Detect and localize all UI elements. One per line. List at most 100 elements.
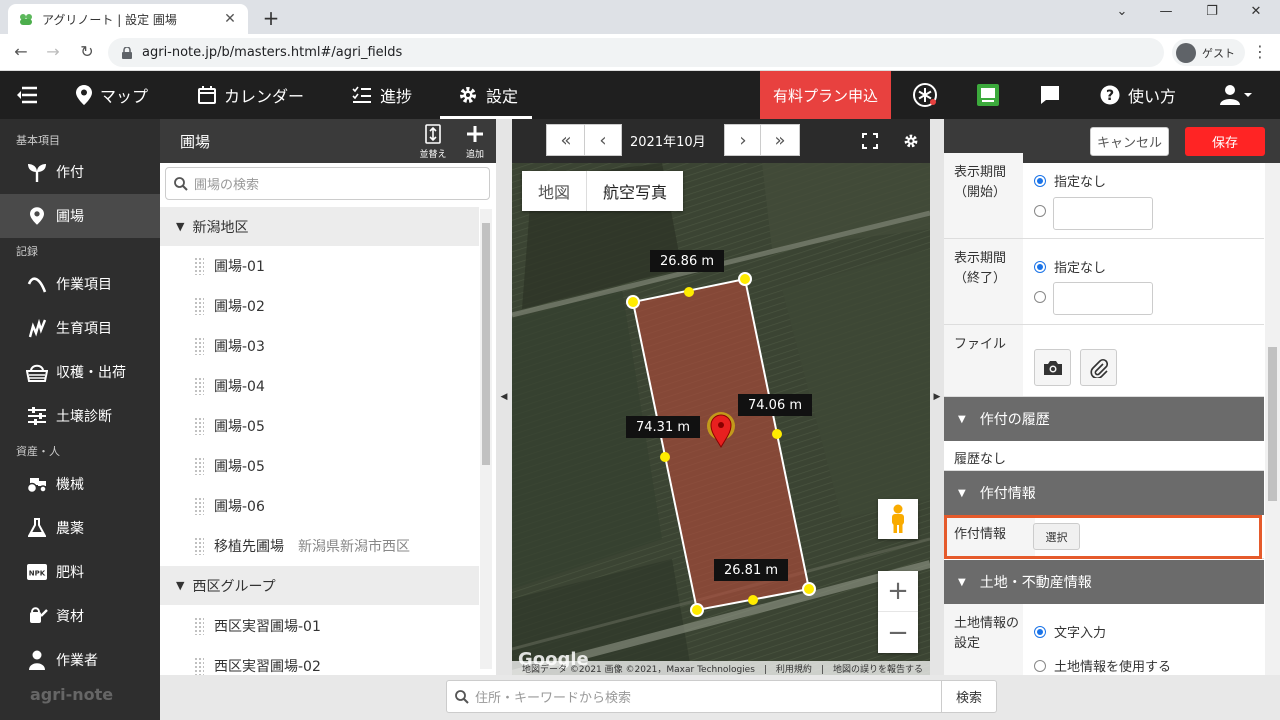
fields-scrollbar[interactable] [480,209,492,669]
left-splitter[interactable]: ◀ [496,119,512,675]
right-splitter[interactable]: ▶ [930,119,944,675]
drag-handle-icon[interactable] [194,297,204,315]
drag-handle-icon[interactable] [194,537,204,555]
sidebar-item-materials[interactable]: 資材 [0,594,160,638]
next-month-button[interactable]: › [724,124,762,156]
sidebar-item-crop[interactable]: 作付 [0,150,160,194]
next-year-button[interactable]: » [760,124,800,156]
gear-icon[interactable] [903,133,919,153]
crop-info-section[interactable]: ▼ 作付情報 [944,471,1264,515]
back-icon[interactable]: ← [10,42,32,61]
camera-button[interactable] [1034,349,1071,386]
reload-icon[interactable]: ↻ [76,42,98,61]
forward-icon[interactable]: → [42,42,64,61]
prev-month-button[interactable]: ‹ [584,124,622,156]
profile-button[interactable]: ゲスト [1172,39,1245,66]
sidebar-item-fertilizer[interactable]: NPK 肥料 [0,550,160,594]
start-date-input[interactable] [1053,197,1153,230]
list-item[interactable]: 移植先圃場 新潟県新潟市西区 [160,526,479,566]
report-button[interactable] [976,71,1008,119]
messages-button[interactable] [1040,71,1068,119]
end-none-radio[interactable]: 指定なし [1034,257,1106,276]
land-use-info-radio[interactable]: 土地情報を使用する [1034,656,1171,675]
fullscreen-icon[interactable] [862,133,878,153]
scrollbar-thumb[interactable] [1268,347,1277,501]
end-date-radio[interactable] [1034,291,1054,303]
minimize-icon[interactable]: — [1146,4,1186,19]
cancel-button[interactable]: キャンセル [1090,127,1169,156]
notification-button[interactable] [912,71,946,119]
url-bar[interactable]: agri-note.jp/b/masters.html#/agri_fields [108,38,1164,67]
restore-icon[interactable]: ❐ [1192,4,1232,19]
zoom-out-button[interactable]: − [878,612,918,653]
nav-map[interactable]: マップ [76,71,148,119]
attach-file-button[interactable] [1080,349,1117,386]
sidebar-item-machines[interactable]: 機械 [0,462,160,506]
paid-plan-button[interactable]: 有料プラン申込 [760,71,891,119]
window-close-icon[interactable]: ✕ [1236,4,1276,19]
detail-scrollbar[interactable] [1265,163,1280,675]
nav-calendar[interactable]: カレンダー [198,71,304,119]
drag-handle-icon[interactable] [194,257,204,275]
display-start-label: 表示期間（開始） [944,153,1023,238]
browser-tab[interactable]: アグリノート | 設定 圃場 ✕ [8,4,248,34]
crop-history-section[interactable]: ▼ 作付の履歴 [944,397,1264,441]
nav-progress[interactable]: 進捗 [352,71,412,119]
field-search-input[interactable]: 圃場の検索 [165,167,490,200]
sidebar-item-growth[interactable]: 生育項目 [0,306,160,350]
map-type-map[interactable]: 地図 [522,171,586,211]
zoom-in-button[interactable]: + [878,571,918,612]
chevron-down-icon[interactable]: ⌄ [1102,4,1142,19]
land-info-section[interactable]: ▼ 土地・不動産情報 [944,560,1264,604]
address-search-input[interactable]: 住所・キーワードから検索 [446,680,942,713]
land-text-radio[interactable]: 文字入力 [1034,622,1106,641]
address-search-button[interactable]: 検索 [941,680,997,713]
sidebar-item-harvest[interactable]: 収穫・出荷 [0,350,160,394]
prev-year-button[interactable]: « [546,124,586,156]
sort-button[interactable]: 並替え [416,124,450,160]
save-button[interactable]: 保存 [1185,127,1265,156]
list-item[interactable]: 圃場-05 [160,406,479,446]
list-item[interactable]: 圃場-02 [160,286,479,326]
field-group[interactable]: ▼ 西区グループ [160,566,479,605]
sidebar-item-soil[interactable]: 土壌診断 [0,394,160,438]
list-item[interactable]: 圃場-05 [160,446,479,486]
scrollbar-thumb[interactable] [482,223,490,465]
help-button[interactable]: ? 使い方 [1100,71,1176,119]
list-item[interactable]: 圃場-01 [160,246,479,286]
add-field-button[interactable]: 追加 [458,124,492,160]
radio-checked-icon [1034,174,1046,187]
map-type-aerial[interactable]: 航空写真 [586,171,683,211]
list-item[interactable]: 圃場-03 [160,326,479,366]
sidebar-item-fields[interactable]: 圃場 [0,194,160,238]
drag-handle-icon[interactable] [194,617,204,635]
field-group[interactable]: ▼ 新潟地区 [160,207,479,246]
list-item[interactable]: 圃場-04 [160,366,479,406]
sidebar-item-workers[interactable]: 作業者 [0,638,160,682]
close-icon[interactable]: ✕ [222,11,238,27]
new-tab-icon[interactable]: + [260,6,282,30]
drag-handle-icon[interactable] [194,377,204,395]
drag-handle-icon[interactable] [194,497,204,515]
end-date-input[interactable] [1053,282,1153,315]
drag-handle-icon[interactable] [194,337,204,355]
start-none-radio[interactable]: 指定なし [1034,171,1106,190]
map-view[interactable]: « ‹ 2021年10月 › » 地図 航空写真 26.86 m 74.06 m… [512,119,930,675]
list-item[interactable]: 圃場-06 [160,486,479,526]
street-view-button[interactable] [878,499,918,539]
user-menu-button[interactable] [1220,71,1260,119]
menu-icon[interactable]: ⋮ [1252,42,1268,61]
drag-handle-icon[interactable] [194,457,204,475]
drag-handle-icon[interactable] [194,657,204,675]
sidebar-item-work[interactable]: 作業項目 [0,262,160,306]
list-item[interactable]: 西区実習圃場-01 [160,606,479,646]
start-date-radio[interactable] [1034,205,1054,217]
map-attribution[interactable]: 地図データ ©2021 画像 ©2021，Maxar Technologies … [512,661,930,675]
field-name: 圃場-05 [214,459,265,475]
drag-handle-icon[interactable] [194,417,204,435]
sidebar-section-assets: 資産・人 [16,445,60,458]
sidebar-item-pesticides[interactable]: 農薬 [0,506,160,550]
nav-settings[interactable]: 設定 [458,71,518,119]
collapse-menu-icon[interactable] [16,71,46,119]
chevron-right-icon: › [739,129,747,151]
